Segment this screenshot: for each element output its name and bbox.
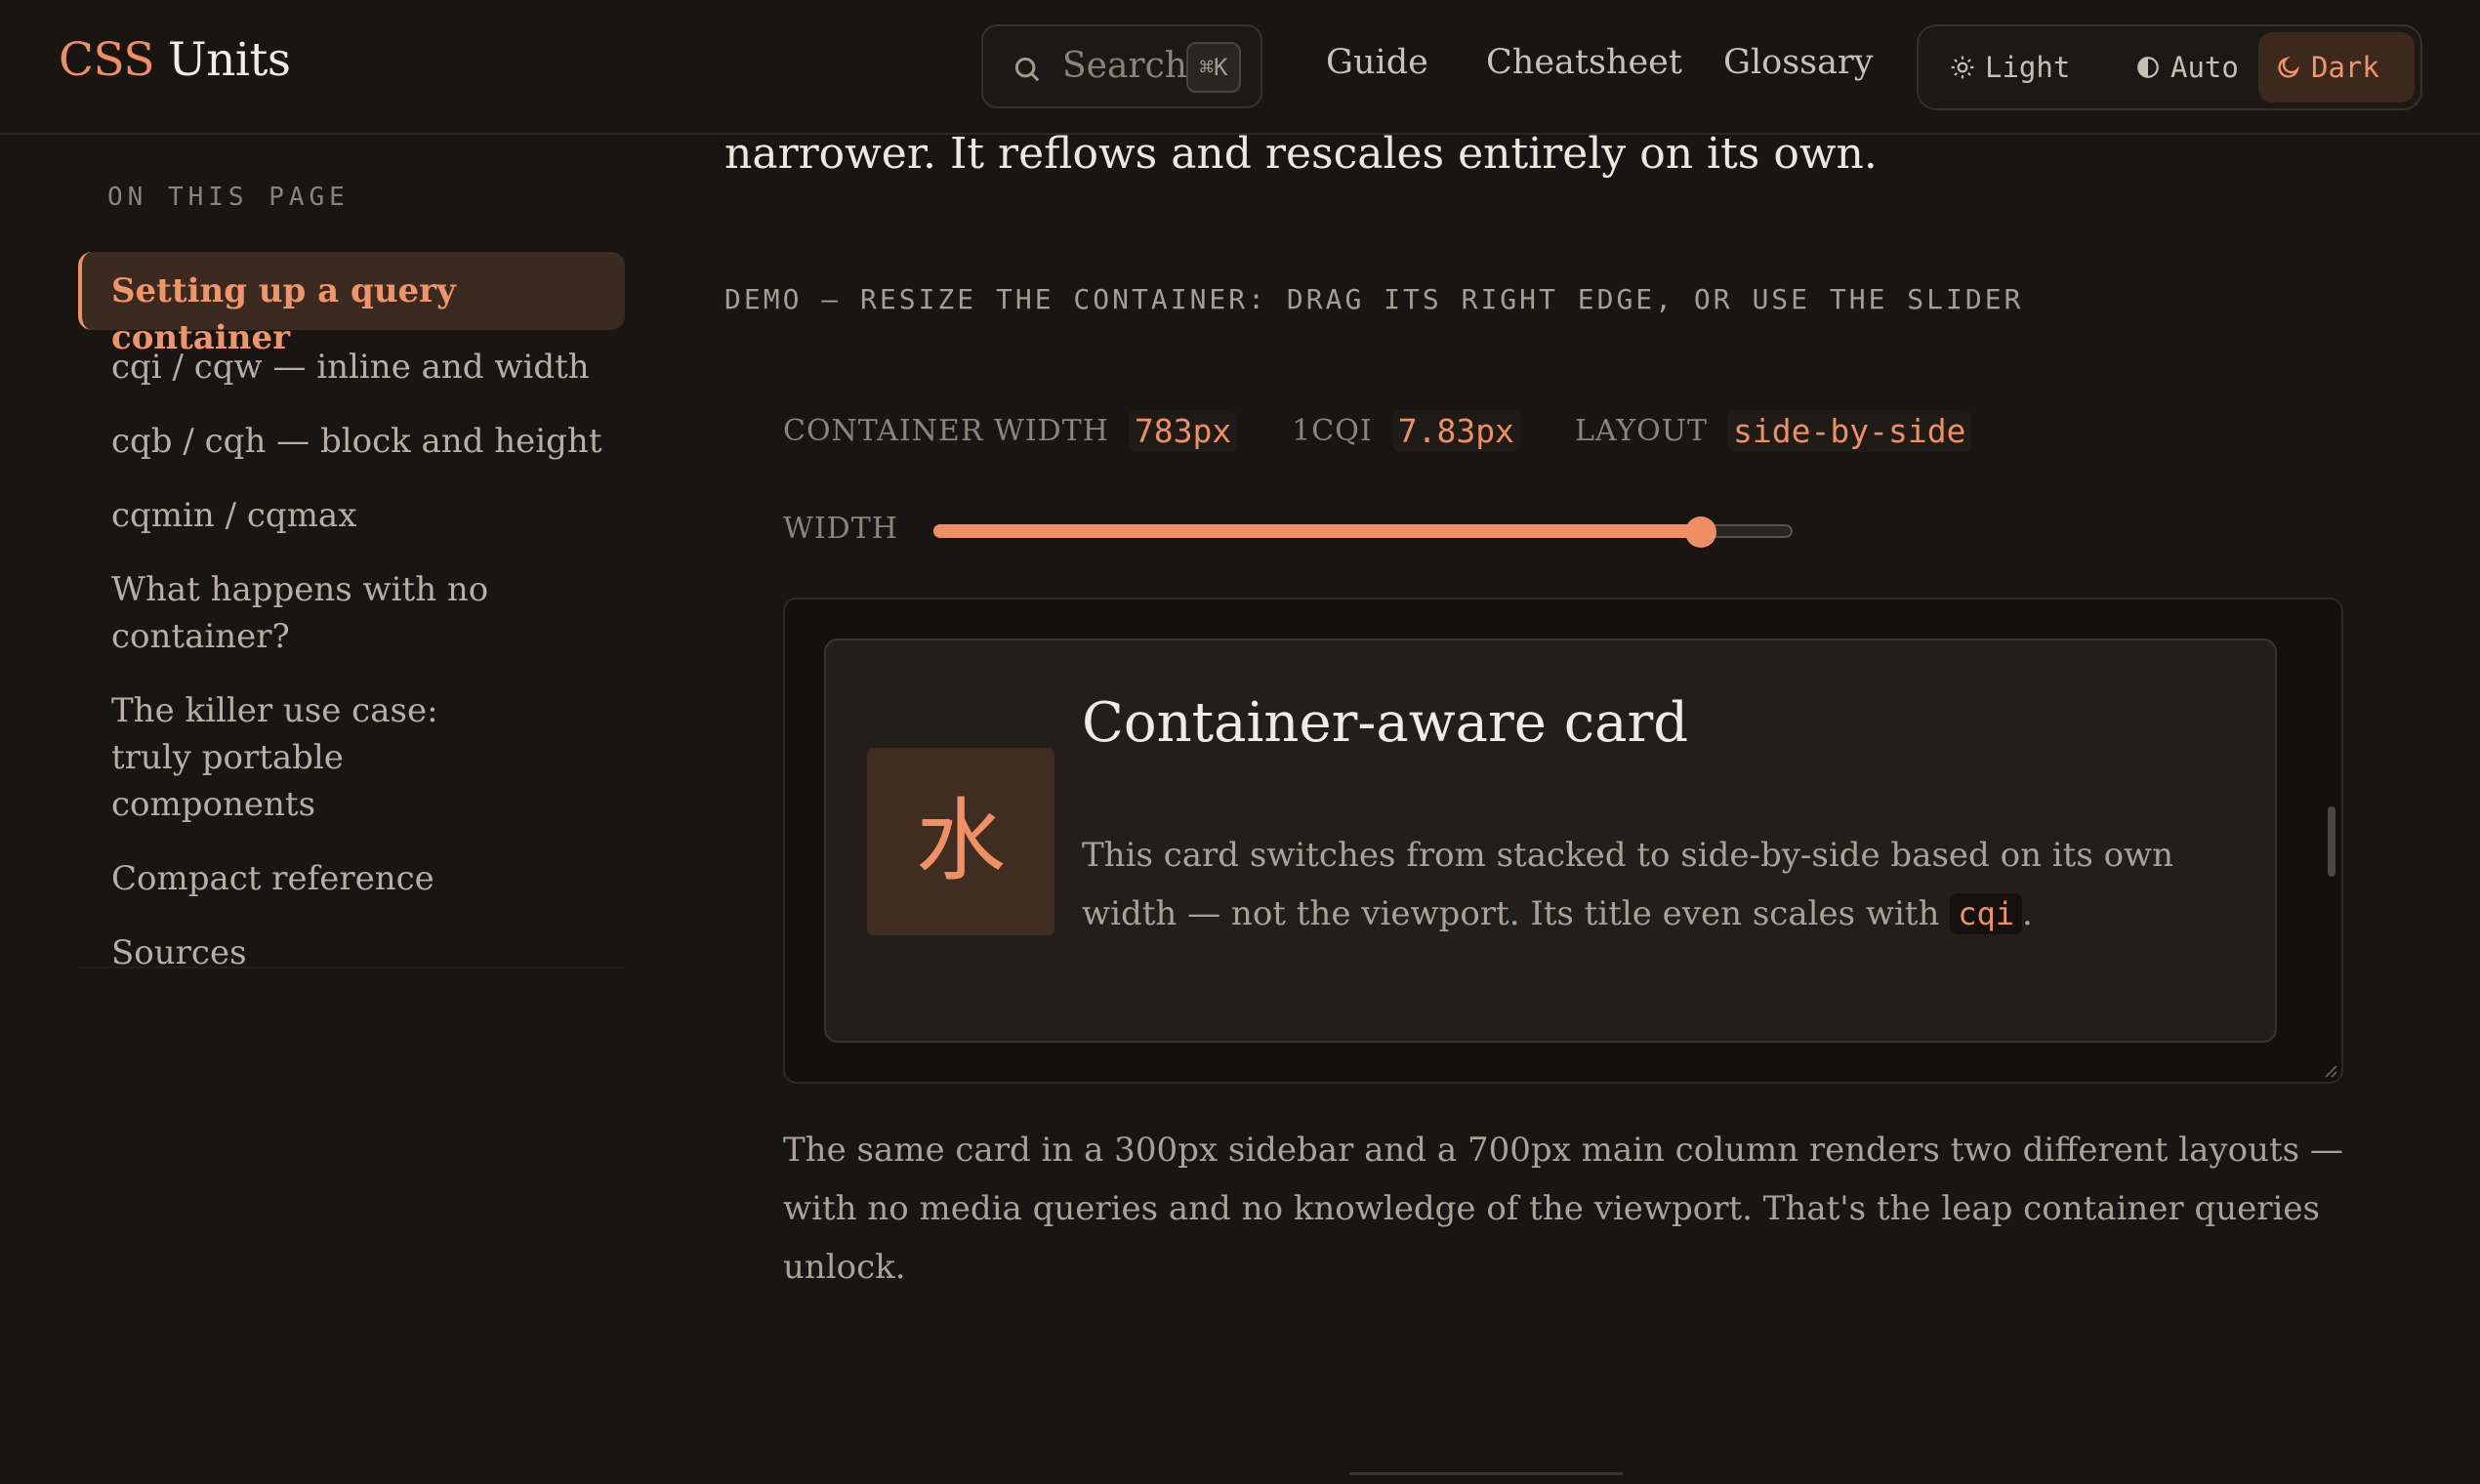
sun-icon — [1951, 56, 1974, 79]
width-slider-label: WIDTH — [783, 512, 898, 546]
search-button[interactable]: Search ⌘K — [981, 24, 1262, 108]
toc-item-setting-up-query-container[interactable]: Setting up a query container — [78, 252, 625, 357]
toc-title: ON THIS PAGE — [107, 183, 350, 212]
search-placeholder: Search — [1062, 46, 1187, 86]
theme-light-button[interactable]: Light — [1932, 32, 2108, 103]
toc-item-compact-reference[interactable]: Compact reference — [78, 842, 625, 916]
toc-item-cqb-cqh[interactable]: cqb / cqh — block and height — [78, 404, 625, 478]
card-code-cqi: cqi — [1950, 893, 2022, 934]
logo-units: Units — [168, 33, 291, 87]
card-body: This card switches from stacked to side-… — [1082, 826, 2253, 943]
toc-item-cqi-cqw[interactable]: cqi / cqw — inline and width — [78, 330, 625, 404]
search-shortcut-badge: ⌘K — [1186, 42, 1241, 93]
nav-guide[interactable]: Guide — [1326, 43, 1428, 82]
site-header: CSS Units Search ⌘K Guide Cheatsheet Glos… — [0, 0, 2480, 135]
theme-light-label: Light — [1985, 51, 2071, 84]
cqi-label: 1CQI — [1292, 414, 1373, 448]
search-icon — [1014, 57, 1040, 82]
theme-switcher: Light Auto Dark — [1917, 24, 2422, 110]
toc-item-sources[interactable]: Sources — [78, 916, 625, 990]
toc-item-no-container[interactable]: What happens with no container? — [78, 553, 508, 674]
cqi-value: 7.83px — [1391, 410, 1520, 452]
demo-label: DEMO — RESIZE THE CONTAINER: DRAG ITS RI… — [724, 283, 2024, 315]
container-width-label: CONTAINER WIDTH — [783, 414, 1109, 448]
toc-item-cqmin-cqmax[interactable]: cqmin / cqmax — [78, 478, 625, 553]
theme-auto-label: Auto — [2170, 51, 2239, 84]
width-slider[interactable] — [933, 516, 1793, 548]
intro-paragraph: narrower. It reflows and rescales entire… — [724, 129, 1878, 179]
layout-label: LAYOUT — [1574, 414, 1709, 448]
half-circle-icon — [2137, 57, 2159, 78]
demo-stats: CONTAINER WIDTH 783px 1CQI 7.83px LAYOUT… — [783, 410, 2026, 452]
container-aware-card: 水 Container-aware card This card switche… — [824, 639, 2277, 1043]
card-title: Container-aware card — [1082, 691, 1689, 755]
layout-value: side-by-side — [1727, 410, 1972, 452]
slider-thumb[interactable] — [1684, 516, 1716, 548]
container-scrollbar[interactable] — [2328, 806, 2335, 877]
resize-grip-icon[interactable] — [2322, 1062, 2337, 1078]
nav-cheatsheet[interactable]: Cheatsheet — [1486, 43, 1682, 82]
container-width-value: 783px — [1128, 410, 1238, 452]
outro-paragraph: The same card in a 300px sidebar and a 7… — [783, 1131, 2343, 1287]
card-water-glyph-icon: 水 — [867, 748, 1054, 935]
bottom-divider — [1349, 1472, 1623, 1475]
resizable-container[interactable]: 水 Container-aware card This card switche… — [783, 598, 2343, 1084]
site-logo[interactable]: CSS Units — [59, 33, 291, 87]
logo-css: CSS — [59, 33, 155, 87]
toc-item-killer-use-case[interactable]: The killer use case: truly portable comp… — [78, 674, 508, 842]
slider-fill — [933, 524, 1701, 538]
moon-icon — [2278, 56, 2300, 78]
theme-dark-label: Dark — [2311, 51, 2379, 84]
theme-dark-button[interactable]: Dark — [2258, 32, 2415, 103]
nav-glossary[interactable]: Glossary — [1723, 43, 1874, 82]
table-of-contents: Setting up a query container cqi / cqw —… — [78, 252, 625, 990]
card-body-end: . — [2021, 894, 2033, 933]
toc-divider — [78, 967, 625, 969]
